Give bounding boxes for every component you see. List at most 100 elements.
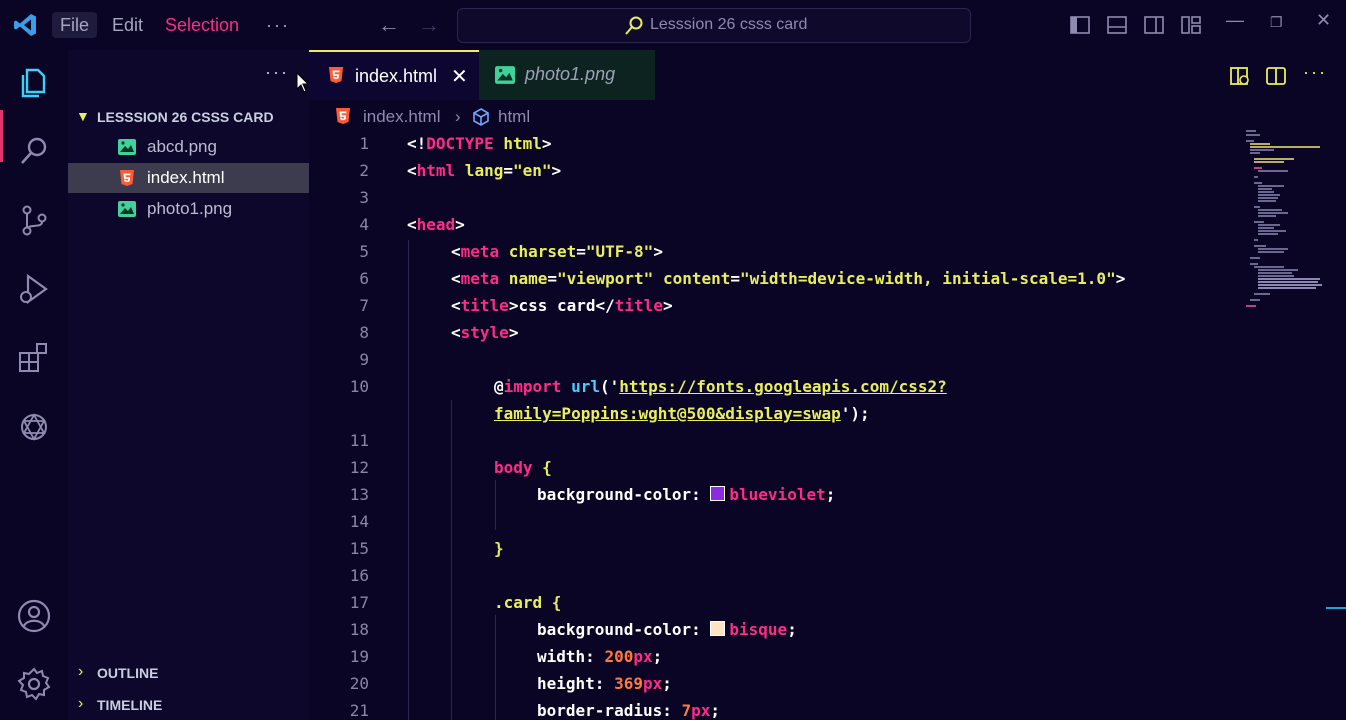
extensions-icon[interactable]: [16, 340, 52, 376]
editor-area: index.html ✕ photo1.png ··· index.html ›…: [309, 50, 1346, 720]
forward-arrow-icon[interactable]: →: [418, 12, 440, 38]
line-number: 4: [359, 215, 369, 234]
indent-guide: [451, 400, 452, 720]
code-line: .card {: [494, 593, 562, 612]
line-number: 9: [359, 350, 369, 369]
activity-bar: [0, 50, 68, 720]
code-line: <title>css card</title>: [451, 296, 673, 315]
symbol-cube-icon: [473, 108, 489, 126]
back-arrow-icon[interactable]: ←: [378, 12, 400, 38]
code-line: <meta charset="UTF-8">: [451, 242, 663, 261]
account-icon[interactable]: [16, 598, 52, 634]
indent-guide: [495, 480, 496, 530]
code-line: <meta name="viewport" content="width=dev…: [451, 269, 1126, 288]
code-line: height: 369px;: [537, 674, 672, 693]
minimize-button[interactable]: —: [1226, 10, 1244, 31]
close-tab-icon[interactable]: ✕: [451, 64, 468, 89]
line-number: 15: [349, 539, 369, 558]
color-swatch-blueviolet[interactable]: [710, 486, 726, 501]
line-number: 12: [349, 458, 369, 477]
folder-header[interactable]: ▼ LESSSION 26 CSSS CARD: [68, 104, 309, 130]
search-activity-icon[interactable]: [16, 133, 52, 169]
chatgpt-icon[interactable]: [16, 409, 52, 445]
line-number: 20: [349, 674, 369, 693]
line-number: 21: [349, 701, 369, 720]
line-number: 14: [349, 512, 369, 531]
file-item-index-html[interactable]: index.html: [68, 163, 309, 193]
indent-guide: [495, 615, 496, 720]
html-file-icon: [120, 170, 134, 186]
code-line: border-radius: 7px;: [537, 701, 721, 720]
html-file-icon: [329, 67, 343, 83]
chevron-right-icon: ›: [78, 695, 84, 712]
timeline-section[interactable]: › TIMELINE: [68, 691, 309, 719]
indent-guide: [408, 240, 409, 720]
split-editor-icon[interactable]: [1265, 65, 1287, 87]
line-number: 5: [359, 242, 369, 261]
breadcrumb-file[interactable]: index.html: [363, 107, 440, 127]
menu-file[interactable]: File: [52, 12, 98, 38]
menu-more[interactable]: ···: [258, 12, 298, 38]
line-number: 6: [359, 269, 369, 288]
line-number: 7: [359, 296, 369, 315]
customize-layout-icon[interactable]: [1180, 14, 1202, 36]
command-center-search[interactable]: Lesssion 26 csss card: [457, 8, 971, 43]
code-editor[interactable]: 1 2 3 4 5 6 7 8 9 10 11 12 13 14 15 16 1…: [309, 130, 1239, 720]
tab-index-html[interactable]: index.html ✕: [309, 50, 479, 100]
html-file-icon: [336, 108, 350, 124]
line-number: 18: [349, 620, 369, 639]
chevron-right-icon: ›: [78, 663, 84, 680]
open-preview-icon[interactable]: [1229, 65, 1251, 87]
code-line: <!DOCTYPE html>: [407, 134, 552, 153]
code-line: body {: [494, 458, 552, 477]
code-line: background-color: blueviolet;: [537, 485, 836, 504]
source-control-icon[interactable]: [16, 202, 52, 238]
file-name: index.html: [147, 168, 225, 187]
search-text: Lesssion 26 csss card: [650, 16, 808, 33]
explorer-icon[interactable]: [16, 64, 52, 100]
title-bar: File Edit Selection ··· ← → Lesssion 26 …: [0, 0, 1346, 50]
toggle-secondary-sidebar-icon[interactable]: [1143, 14, 1165, 36]
tab-photo1-png[interactable]: photo1.png: [479, 50, 655, 100]
code-line: background-color: bisque;: [537, 620, 797, 639]
line-number: 16: [349, 566, 369, 585]
line-number: 3: [359, 188, 369, 207]
toggle-panel-icon[interactable]: [1106, 14, 1128, 36]
mouse-cursor-icon: [296, 72, 310, 93]
image-file-icon: [118, 139, 136, 155]
outline-label: OUTLINE: [97, 665, 159, 681]
code-line: }: [494, 539, 504, 558]
tab-bar: index.html ✕ photo1.png ···: [309, 50, 1346, 100]
image-file-icon: [118, 201, 136, 217]
line-number: 13: [349, 485, 369, 504]
line-number: 10: [349, 377, 369, 396]
settings-gear-icon[interactable]: [16, 666, 52, 702]
menu-edit[interactable]: Edit: [104, 12, 151, 38]
code-line: <html lang="en">: [407, 161, 562, 180]
scrollbar-marker[interactable]: [1326, 607, 1346, 609]
minimap[interactable]: [1246, 130, 1326, 330]
restore-button[interactable]: ❐: [1270, 14, 1283, 31]
color-swatch-bisque[interactable]: [710, 621, 726, 636]
active-indicator: [0, 110, 3, 162]
file-item-photo1[interactable]: photo1.png: [68, 194, 309, 224]
tab-label: index.html: [355, 66, 438, 86]
editor-more-actions[interactable]: ···: [1303, 62, 1327, 83]
explorer-sidebar: ··· ▼ LESSSION 26 CSSS CARD abcd.png ind…: [68, 50, 309, 720]
menu-selection[interactable]: Selection: [157, 12, 247, 38]
outline-section[interactable]: › OUTLINE: [68, 659, 309, 687]
toggle-primary-sidebar-icon[interactable]: [1069, 14, 1091, 36]
line-number: 19: [349, 647, 369, 666]
folder-name: LESSSION 26 CSSS CARD: [97, 109, 274, 125]
explorer-more-actions[interactable]: ···: [265, 62, 289, 83]
image-file-icon: [495, 66, 515, 84]
code-line: width: 200px;: [537, 647, 663, 666]
file-name: abcd.png: [147, 137, 217, 156]
close-window-button[interactable]: ✕: [1316, 10, 1331, 31]
breadcrumb-node[interactable]: html: [498, 107, 530, 127]
run-debug-icon[interactable]: [16, 271, 52, 307]
file-name: photo1.png: [147, 199, 233, 218]
tab-label: photo1.png: [525, 64, 616, 84]
file-item-abcd[interactable]: abcd.png: [68, 132, 309, 162]
search-icon: [625, 16, 643, 35]
